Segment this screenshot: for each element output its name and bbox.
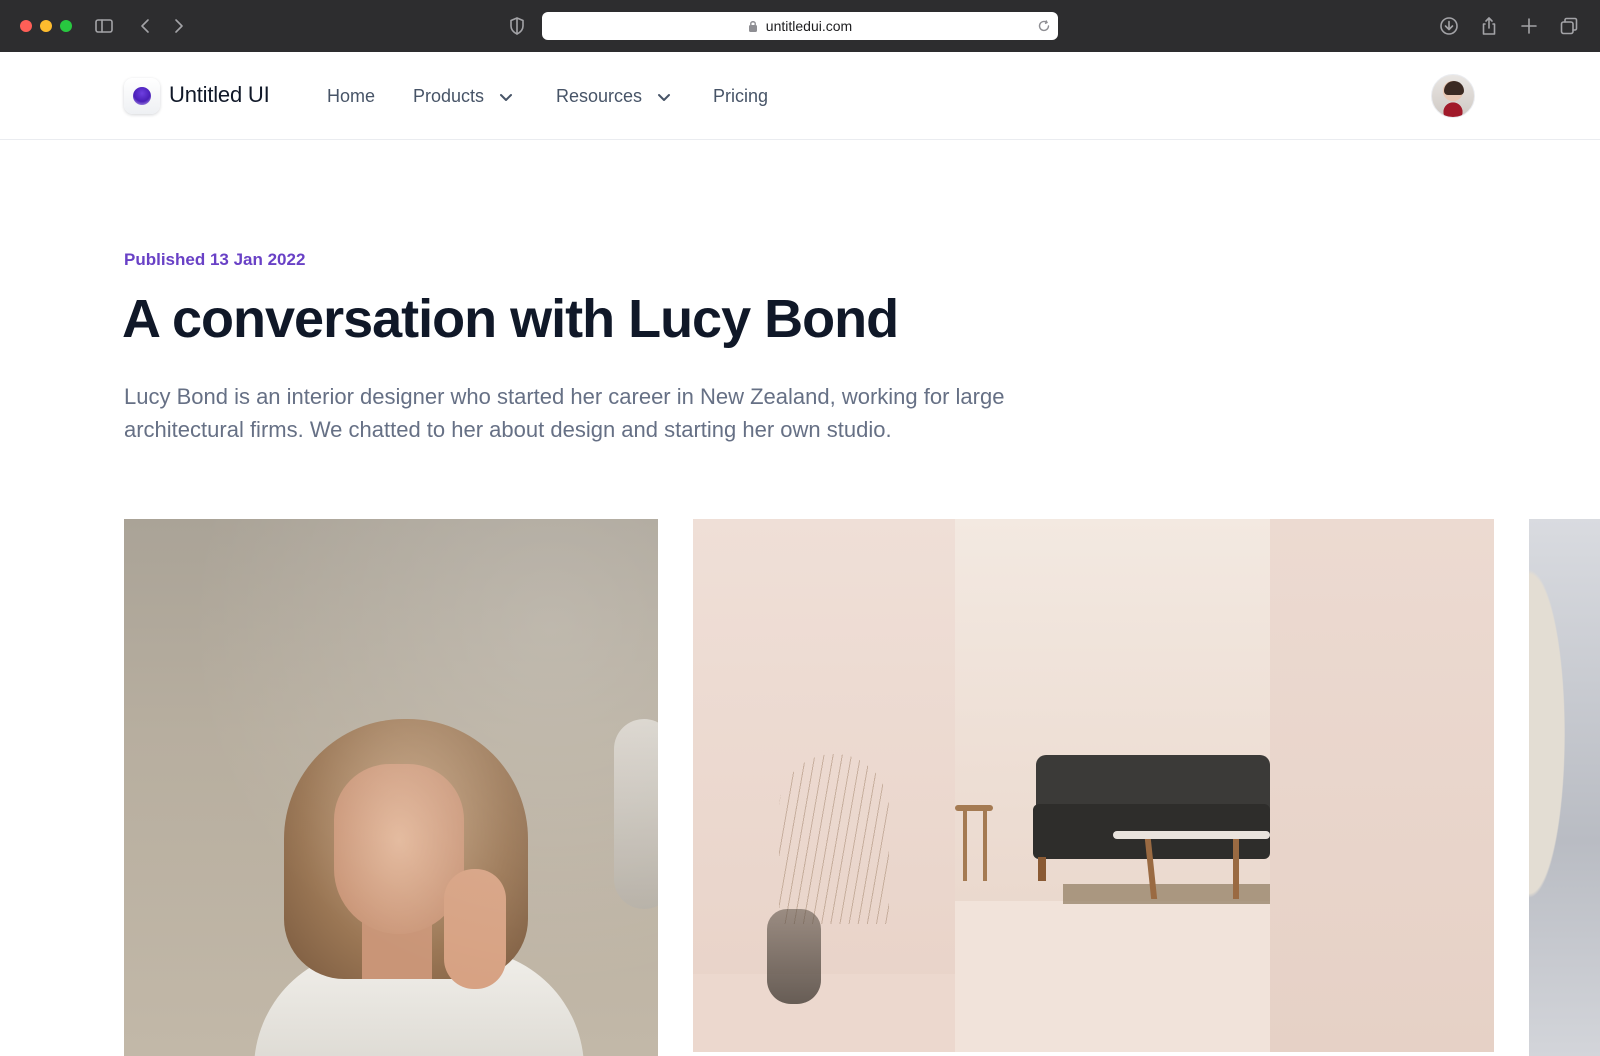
zoom-window-button[interactable] — [60, 20, 72, 32]
avatar[interactable] — [1431, 74, 1475, 118]
reload-icon[interactable] — [1036, 18, 1052, 34]
nav-label: Home — [327, 86, 376, 106]
nav-resources[interactable]: Resources — [556, 86, 672, 107]
portrait-photo — [124, 519, 658, 1056]
minimize-window-button[interactable] — [40, 20, 52, 32]
browser-toolbar: untitledui.com — [0, 0, 1600, 52]
nav-home[interactable]: Home — [327, 86, 375, 107]
plus-icon[interactable] — [1517, 14, 1541, 38]
nav-products[interactable]: Products — [413, 86, 514, 107]
tabs-icon[interactable] — [1557, 14, 1581, 38]
nav-label: Products — [413, 86, 485, 106]
address-bar[interactable]: untitledui.com — [542, 12, 1058, 40]
site-header: Untitled UI Home Products Resources Pric… — [0, 52, 1600, 140]
nav-label: Resources — [556, 86, 643, 106]
chevron-down-icon — [658, 93, 671, 101]
share-icon[interactable] — [1477, 14, 1501, 38]
lock-icon — [748, 21, 757, 32]
sidebar-icon[interactable] — [92, 14, 116, 38]
chevron-down-icon — [500, 93, 513, 101]
url-text: untitledui.com — [765, 18, 853, 34]
chevron-left-icon[interactable] — [134, 14, 158, 38]
chevron-right-icon[interactable] — [166, 14, 190, 38]
logo-text[interactable]: Untitled UI — [169, 82, 270, 108]
article-title: A conversation with Lucy Bond — [122, 289, 899, 349]
partial-photo — [1529, 519, 1600, 1056]
download-icon[interactable] — [1437, 14, 1461, 38]
logo-icon[interactable] — [124, 78, 160, 114]
nav-label: Pricing — [713, 86, 769, 106]
shield-icon[interactable] — [505, 14, 529, 38]
close-window-button[interactable] — [20, 20, 32, 32]
published-date: Published 13 Jan 2022 — [124, 250, 306, 269]
nav-pricing[interactable]: Pricing — [713, 86, 768, 107]
interior-photo — [693, 519, 1494, 1052]
article-lead: Lucy Bond is an interior designer who st… — [124, 384, 1005, 442]
